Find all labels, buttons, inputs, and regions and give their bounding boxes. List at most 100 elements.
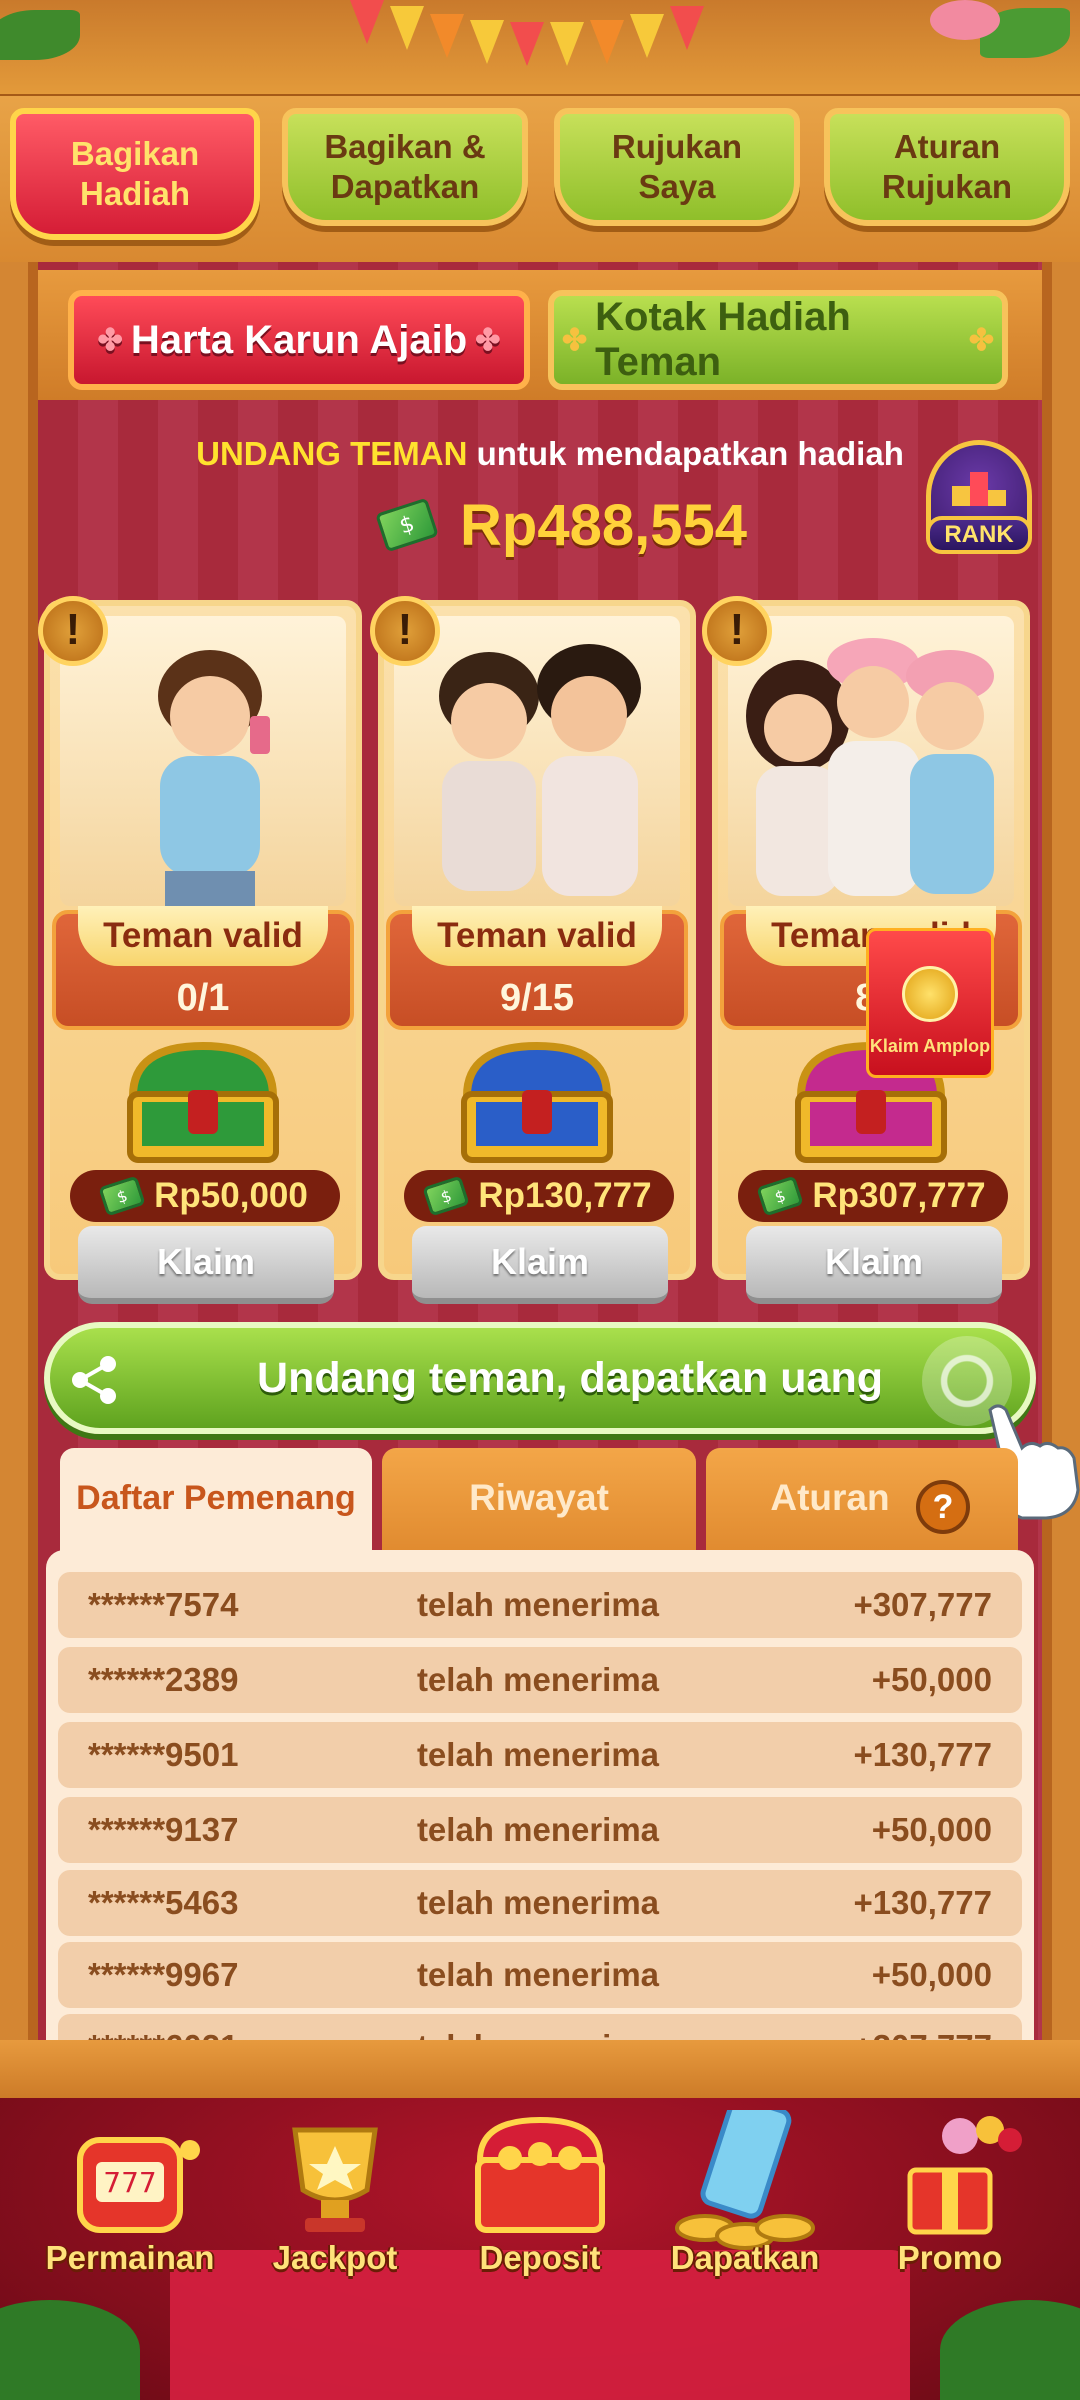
bunting-flag [630,14,664,58]
nav-label[interactable]: Jackpot [235,2234,435,2282]
list-item: ******7574 telah menerima +307,777 [58,1572,1022,1638]
money-icon: $ [98,1175,146,1217]
winner-status: telah menerima [416,1956,660,1993]
tab-label: Bagikan & Dapatkan [324,128,486,205]
treasure-chest-icon [461,1041,613,1163]
winner-amount: +130,777 [853,1884,992,1921]
total-reward: $ Rp488,554 [375,490,800,560]
subtab-label: Kotak Hadiah Teman [595,295,851,384]
prize-amount: $ Rp307,777 [738,1170,1008,1222]
help-icon[interactable]: ? [916,1480,970,1534]
list-item: ******2389 telah menerima +50,000 [58,1647,1022,1713]
winner-id: ******9137 [88,1811,239,1848]
card-illustration [728,616,1014,906]
prize-text: Rp50,000 [154,1176,308,1215]
subtab-harta-karun[interactable]: ✤ Harta Karun Ajaib ✤ [68,290,530,390]
winner-id: ******7574 [88,1586,239,1623]
winner-amount: +50,000 [871,1661,992,1698]
valid-label: Teman valid [412,906,662,966]
winner-amount: +130,777 [853,1736,992,1773]
winner-status: telah menerima [416,1586,660,1623]
treasure-chest-icon [475,2116,605,2233]
invite-headline: UNDANG TEMAN untuk mendapatkan hadiah [180,435,920,485]
tab-riwayat[interactable]: Riwayat [382,1448,696,1554]
claim-button[interactable]: Klaim [412,1226,668,1304]
list-item: ******9501 telah menerima +130,777 [58,1722,1022,1788]
bunting-flag [430,14,464,58]
nav-label[interactable]: Dapatkan [645,2234,845,2282]
prize-amount: $ Rp130,777 [404,1170,674,1222]
clover-icon: ✤ [475,323,501,357]
winner-status: telah menerima [416,1736,660,1773]
card-illustration [394,616,680,906]
prize-amount: $ Rp50,000 [70,1170,340,1222]
leaf-decoration [0,10,80,60]
tab-label: Rujukan Saya [611,128,743,205]
prize-text: Rp307,777 [812,1176,986,1215]
bunting-flag [550,22,584,66]
tab-rujukan-saya[interactable]: Rujukan Saya [554,108,800,226]
bunting-flag [590,20,624,64]
podium-icon [952,472,1006,506]
money-icon: $ [422,1175,471,1217]
coin-icon [902,966,958,1022]
valid-count: 9/15 [500,977,574,1019]
rank-label[interactable]: RANK [926,516,1032,554]
winner-amount: +50,000 [871,1811,992,1848]
info-alert-icon[interactable]: ! [702,596,772,666]
nav-label[interactable]: Permainan [30,2234,230,2282]
invite-button-label[interactable]: Undang teman, dapatkan uang [200,1346,940,1410]
money-icon: $ [756,1175,805,1217]
winner-id: ******5463 [88,1884,239,1921]
winners-list[interactable]: ******7574 telah menerima +307,777 *****… [46,1550,1034,2060]
clover-icon: ✤ [562,323,588,357]
slot-machine-icon: 777 [77,2137,200,2233]
claim-button[interactable]: Klaim [78,1226,334,1304]
winner-status: telah menerima [416,1661,660,1698]
tab-label: Bagikan Hadiah [70,135,200,212]
winner-id: ******2389 [88,1661,239,1698]
list-item: ******9137 telah menerima +50,000 [58,1797,1022,1863]
info-alert-icon[interactable]: ! [38,596,108,666]
bunting-flag [350,0,384,44]
winner-id: ******9501 [88,1736,239,1773]
winner-amount: +50,000 [871,1956,992,1993]
bunting-flag [510,22,544,66]
bunting-flag [390,6,424,50]
invite-highlight: UNDANG TEMAN [196,435,468,472]
list-item: ******9967 telah menerima +50,000 [58,1942,1022,2008]
nav-label[interactable]: Deposit [440,2234,640,2282]
trophy-icon [292,2127,378,2232]
tab-aturan-rujukan[interactable]: Aturan Rujukan [824,108,1070,226]
envelope-label[interactable]: Klaim Amplop [866,1036,994,1066]
clover-icon: ✤ [97,323,123,357]
bunting-flag [470,20,504,64]
winner-id: ******9967 [88,1956,239,1993]
winner-amount: +307,777 [853,1586,992,1623]
claim-button[interactable]: Klaim [746,1226,1002,1304]
winner-status: telah menerima [416,1884,660,1921]
card-illustration [60,616,346,906]
winner-status: telah menerima [416,1811,660,1848]
tab-label: Aturan Rujukan [881,128,1013,205]
share-icon [72,1356,116,1404]
prize-text: Rp130,777 [478,1176,652,1215]
treasure-chest-icon [127,1041,279,1163]
clover-icon: ✤ [968,323,994,357]
tab-daftar-pemenang[interactable]: Daftar Pemenang [60,1448,372,1554]
invite-text: untuk mendapatkan hadiah [476,435,904,472]
top-banner [0,0,1080,100]
list-item: ******5463 telah menerima +130,777 [58,1870,1022,1936]
flower-decoration [930,0,1000,40]
tab-bagikan-dapatkan[interactable]: Bagikan & Dapatkan [282,108,528,226]
gift-icon [907,2116,1022,2235]
tab-bagikan-hadiah[interactable]: Bagikan Hadiah [10,108,260,240]
valid-label: Teman valid [78,906,328,966]
info-alert-icon[interactable]: ! [370,596,440,666]
subtab-label: Harta Karun Ajaib [130,317,468,362]
bunting-flag [670,6,704,50]
subtab-kotak-hadiah[interactable]: ✤ Kotak Hadiah Teman ✤ [548,290,1008,390]
nav-label[interactable]: Promo [850,2234,1050,2282]
tab-aturan[interactable]: Aturan [706,1448,1018,1554]
svg-text:777: 777 [103,2166,156,2199]
